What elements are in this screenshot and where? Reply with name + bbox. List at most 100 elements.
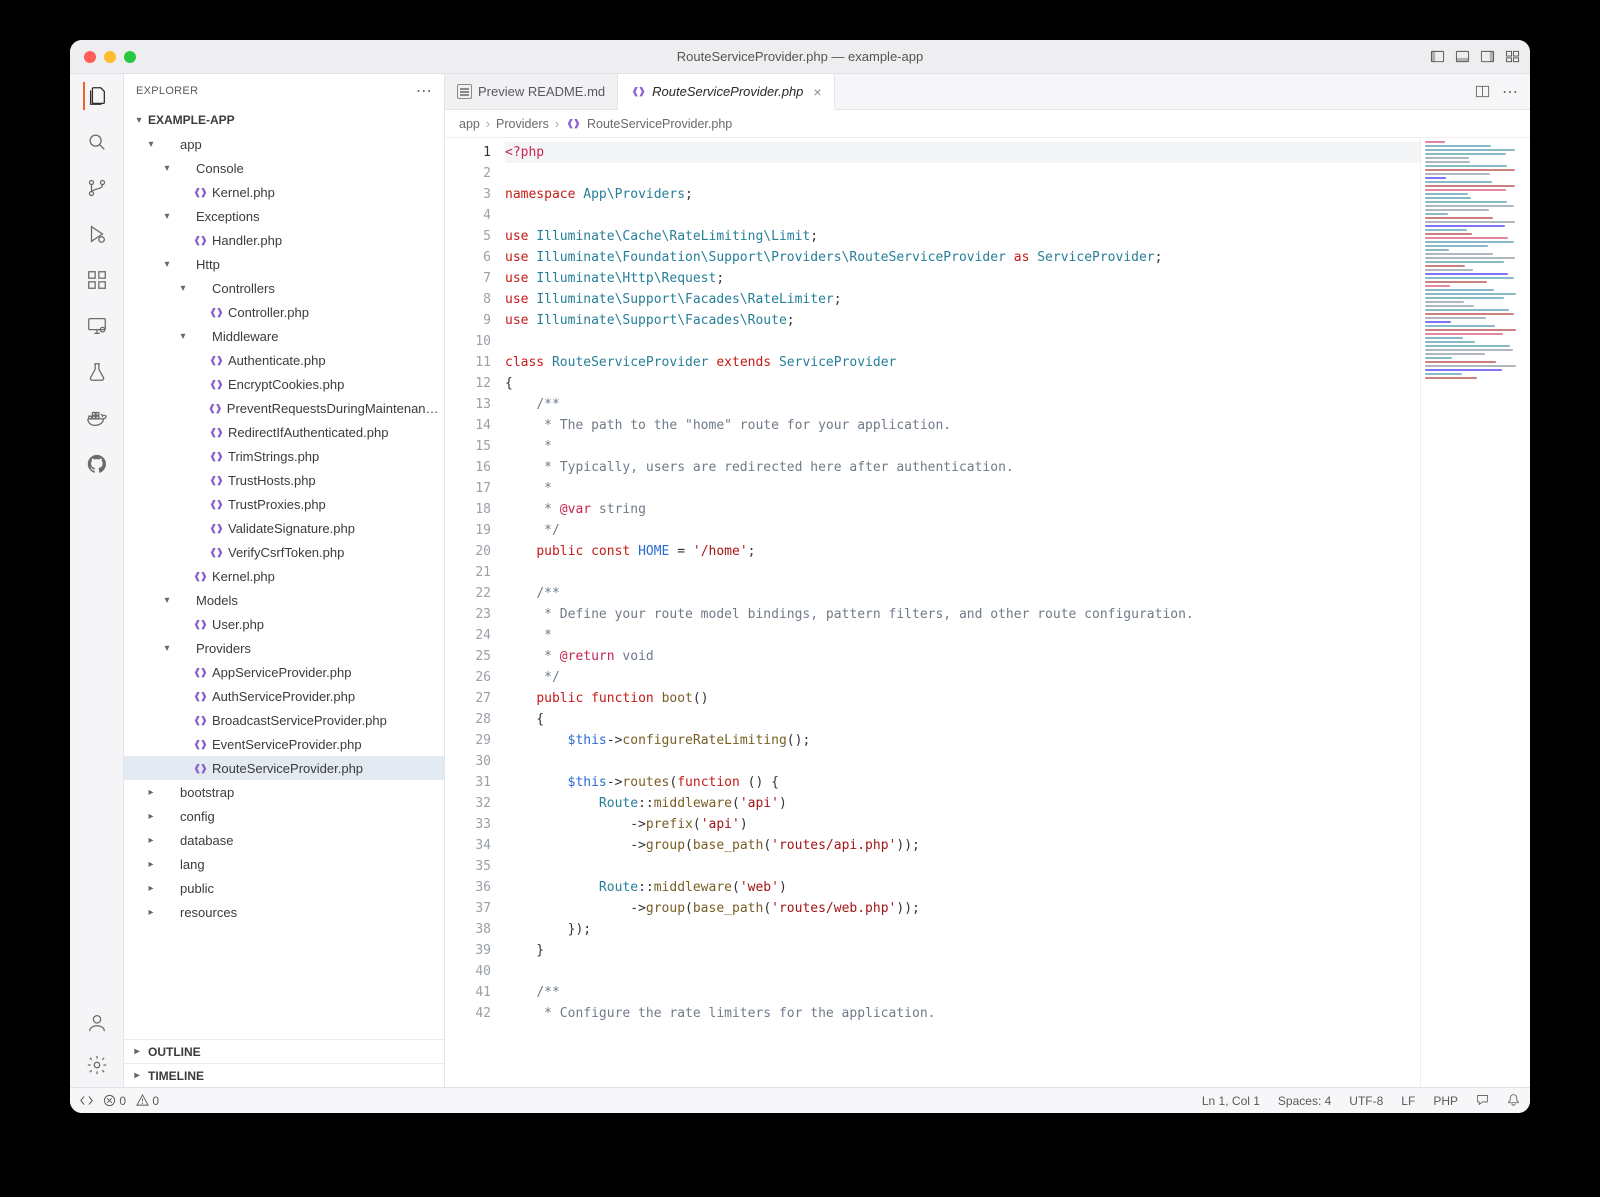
tree-folder[interactable]: ▸lang <box>124 852 444 876</box>
tree-folder[interactable]: ▾Controllers <box>124 276 444 300</box>
tree-workspace[interactable]: ▾ EXAMPLE-APP <box>124 108 444 132</box>
tree-item-label: RouteServiceProvider.php <box>212 761 363 776</box>
tree-item-label: BroadcastServiceProvider.php <box>212 713 387 728</box>
editor-tab[interactable]: RouteServiceProvider.php× <box>618 74 834 110</box>
tree-file[interactable]: User.php <box>124 612 444 636</box>
search-icon <box>86 131 108 153</box>
activity-explorer[interactable] <box>83 82 111 110</box>
tree-file[interactable]: TrustHosts.php <box>124 468 444 492</box>
layout-icon[interactable] <box>1505 49 1520 64</box>
tree-item-label: Controller.php <box>228 305 309 320</box>
tree-file[interactable]: RouteServiceProvider.php <box>124 756 444 780</box>
tree-file[interactable]: EventServiceProvider.php <box>124 732 444 756</box>
status-encoding[interactable]: UTF-8 <box>1349 1094 1383 1108</box>
tree-item-label: bootstrap <box>180 785 234 800</box>
tree-folder[interactable]: ▾Http <box>124 252 444 276</box>
activity-extensions[interactable] <box>83 266 111 294</box>
docker-icon <box>86 407 108 429</box>
side-panel-timeline[interactable]: ▸TIMELINE <box>124 1063 444 1087</box>
minimap[interactable] <box>1420 138 1530 1087</box>
activity-remote[interactable] <box>83 312 111 340</box>
preview-icon <box>457 84 472 99</box>
tree-file[interactable]: Kernel.php <box>124 180 444 204</box>
breadcrumb-item[interactable]: RouteServiceProvider.php <box>587 117 732 131</box>
tab-label: Preview README.md <box>478 84 605 99</box>
status-eol[interactable]: LF <box>1401 1094 1415 1108</box>
status-problems[interactable]: 0 0 <box>103 1094 159 1108</box>
tree-folder[interactable]: ▸public <box>124 876 444 900</box>
tree-file[interactable]: Controller.php <box>124 300 444 324</box>
tree-file[interactable]: Kernel.php <box>124 564 444 588</box>
activity-testing[interactable] <box>83 358 111 386</box>
activity-run[interactable] <box>83 220 111 248</box>
tree-file[interactable]: AuthServiceProvider.php <box>124 684 444 708</box>
tree-folder[interactable]: ▾Console <box>124 156 444 180</box>
editor-more-icon[interactable]: ⋯ <box>1502 82 1518 102</box>
app-window: RouteServiceProvider.php — example-app <box>70 40 1530 1113</box>
status-cursor[interactable]: Ln 1, Col 1 <box>1202 1094 1260 1108</box>
tree-file[interactable]: VerifyCsrfToken.php <box>124 540 444 564</box>
side-panel-outline[interactable]: ▸OUTLINE <box>124 1039 444 1063</box>
tree-item-label: RedirectIfAuthenticated.php <box>228 425 388 440</box>
status-feedback[interactable] <box>1476 1093 1489 1109</box>
tree-item-label: resources <box>180 905 237 920</box>
activity-account[interactable] <box>83 1009 111 1037</box>
tree-file[interactable]: ValidateSignature.php <box>124 516 444 540</box>
activity-github[interactable] <box>83 450 111 478</box>
toggle-sidebar-icon[interactable] <box>1480 49 1495 64</box>
play-bug-icon <box>86 223 108 245</box>
tree-folder[interactable]: ▾Exceptions <box>124 204 444 228</box>
tree-file[interactable]: Handler.php <box>124 228 444 252</box>
tree-file[interactable]: Authenticate.php <box>124 348 444 372</box>
tree-item-label: Console <box>196 161 244 176</box>
activity-docker[interactable] <box>83 404 111 432</box>
tree-folder[interactable]: ▸resources <box>124 900 444 924</box>
php-icon <box>192 616 208 632</box>
tree-file[interactable]: TrimStrings.php <box>124 444 444 468</box>
php-icon <box>565 116 581 132</box>
tree-item-label: AppServiceProvider.php <box>212 665 351 680</box>
tree-folder[interactable]: ▸config <box>124 804 444 828</box>
toggle-bottom-panel-icon[interactable] <box>1455 49 1470 64</box>
activity-search[interactable] <box>83 128 111 156</box>
tree-folder[interactable]: ▾Providers <box>124 636 444 660</box>
tree-file[interactable]: RedirectIfAuthenticated.php <box>124 420 444 444</box>
remote-indicator[interactable] <box>80 1094 93 1108</box>
chevron-right-icon: › <box>486 117 490 131</box>
tree-folder[interactable]: ▸bootstrap <box>124 780 444 804</box>
status-spaces[interactable]: Spaces: 4 <box>1278 1094 1331 1108</box>
tree-item-label: Models <box>196 593 238 608</box>
tree-folder[interactable]: ▾Models <box>124 588 444 612</box>
workspace-name: EXAMPLE-APP <box>148 113 235 127</box>
toggle-panel-icon[interactable] <box>1430 49 1445 64</box>
tree-item-label: Handler.php <box>212 233 282 248</box>
tree-file[interactable]: BroadcastServiceProvider.php <box>124 708 444 732</box>
tree-file[interactable]: PreventRequestsDuringMaintenance.php <box>124 396 444 420</box>
tree-folder[interactable]: ▾app <box>124 132 444 156</box>
tree-item-label: Kernel.php <box>212 569 275 584</box>
code-editor[interactable]: <?php namespace App\Providers; use Illum… <box>499 138 1420 1087</box>
breadcrumb[interactable]: app›Providers›RouteServiceProvider.php <box>445 110 1530 138</box>
editor-area: Preview README.md RouteServiceProvider.ph… <box>445 74 1530 1087</box>
editor-tab[interactable]: Preview README.md <box>445 74 618 109</box>
activity-settings[interactable] <box>83 1051 111 1079</box>
tree-folder[interactable]: ▾Middleware <box>124 324 444 348</box>
window-title: RouteServiceProvider.php — example-app <box>70 49 1530 64</box>
tree-file[interactable]: AppServiceProvider.php <box>124 660 444 684</box>
breadcrumb-item[interactable]: Providers <box>496 117 549 131</box>
tree-folder[interactable]: ▸database <box>124 828 444 852</box>
beaker-icon <box>86 361 108 383</box>
close-icon[interactable]: × <box>809 84 821 100</box>
activity-scm[interactable] <box>83 174 111 202</box>
tree-file[interactable]: TrustProxies.php <box>124 492 444 516</box>
tree-item-label: lang <box>180 857 205 872</box>
split-editor-icon[interactable] <box>1475 84 1490 99</box>
status-bell[interactable] <box>1507 1093 1520 1109</box>
file-tree[interactable]: ▾ EXAMPLE-APP ▾app▾ConsoleKernel.php▾Exc… <box>124 108 444 1039</box>
tree-file[interactable]: EncryptCookies.php <box>124 372 444 396</box>
breadcrumb-item[interactable]: app <box>459 117 480 131</box>
account-icon <box>86 1012 108 1034</box>
status-language[interactable]: PHP <box>1433 1094 1458 1108</box>
tree-item-label: PreventRequestsDuringMaintenance.php <box>227 401 444 416</box>
explorer-more-icon[interactable]: ⋯ <box>416 81 432 101</box>
